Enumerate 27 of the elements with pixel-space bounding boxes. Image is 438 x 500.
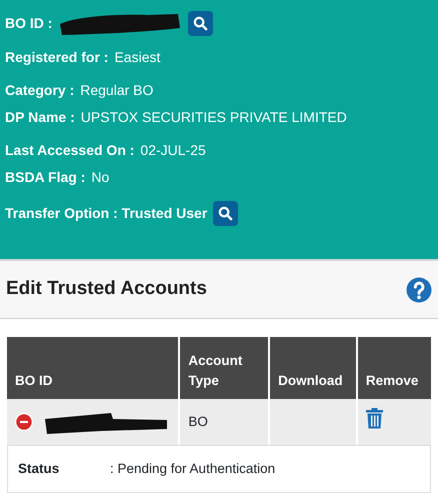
table-cell: BO [180, 399, 268, 445]
field-label: Last Accessed On : [5, 140, 134, 160]
help-icon[interactable] [406, 276, 432, 302]
search-icon [193, 16, 208, 30]
column-header: Download [270, 337, 356, 399]
field-label: BSDA Flag : [5, 168, 86, 187]
remove-icon[interactable] [15, 413, 33, 431]
field-label: Transfer Option : Trusted User [5, 204, 208, 223]
trash-icon[interactable] [366, 408, 383, 430]
field-value: UPSTOX SECURITIES PRIVATE LIMITED [80, 108, 347, 126]
column-header: BO ID [7, 337, 178, 399]
status-label: Status [18, 460, 60, 478]
field-label: DP Name : [5, 108, 75, 126]
field-label: Registered for : [5, 48, 108, 67]
column-header: Remove [358, 337, 431, 399]
field-value: 02-JUL-25 [140, 140, 206, 160]
field-value: Easiest [114, 48, 160, 66]
field-label: BO ID : [5, 14, 52, 32]
field-value: No [91, 168, 110, 186]
search-icon [218, 206, 234, 221]
column-header: Account Type [180, 337, 268, 399]
status-value: : Pending for Authentication [110, 460, 276, 478]
field-value: Regular BO [80, 80, 154, 100]
search-button[interactable] [188, 10, 214, 36]
section-title: Edit Trusted Accounts [6, 278, 207, 301]
field-label: Category : [5, 80, 74, 100]
search-button[interactable] [213, 201, 238, 226]
